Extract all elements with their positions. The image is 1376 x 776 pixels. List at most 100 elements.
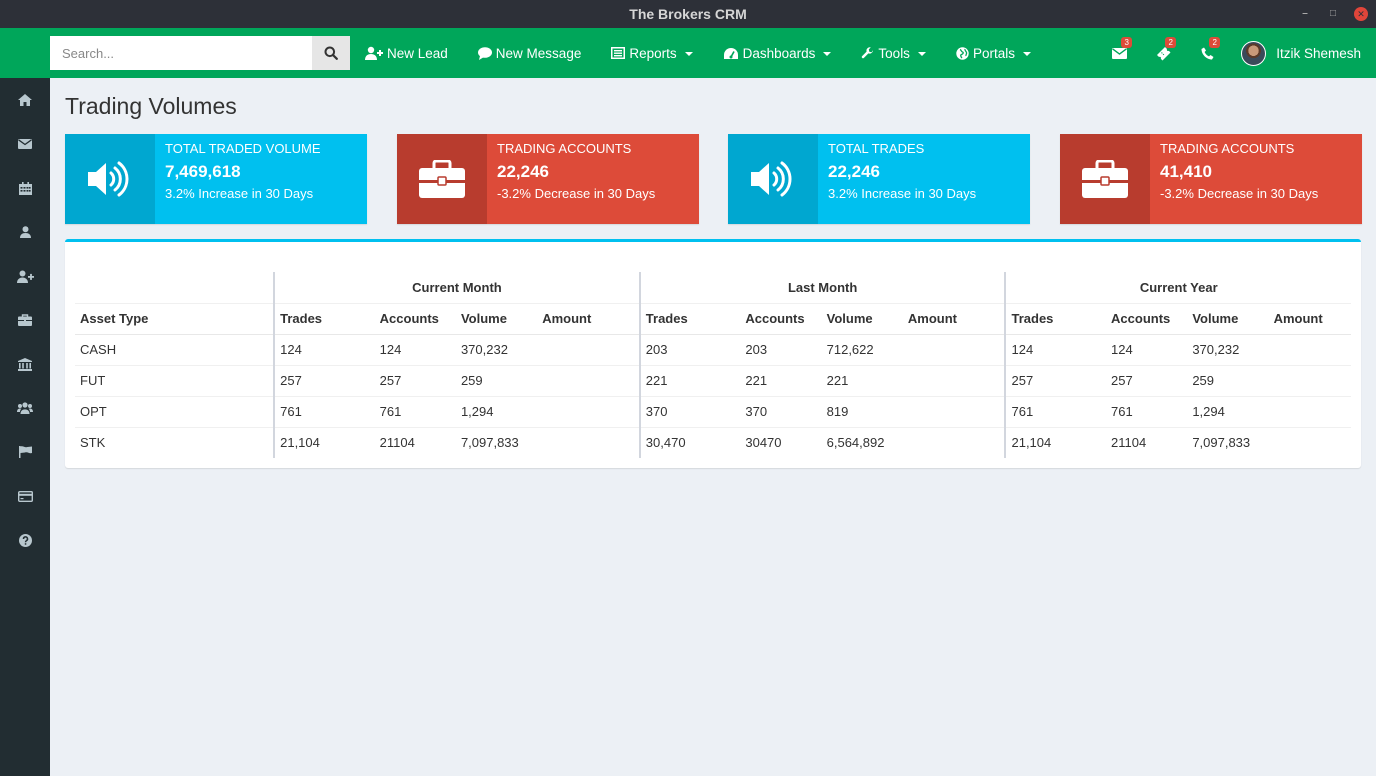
sidebar-item-add-user[interactable]: [0, 254, 50, 298]
calls-menu[interactable]: 2: [1185, 28, 1229, 78]
messages-menu[interactable]: 3: [1097, 28, 1141, 78]
tickets-badge: 2: [1165, 37, 1177, 48]
info-box-description: -3.2% Decrease in 30 Days: [1160, 186, 1319, 201]
search-button[interactable]: [312, 36, 350, 70]
table-row: CASH 124 124 370,232 203 203 712,622 124…: [75, 334, 1351, 366]
table-header-blank: [75, 272, 275, 304]
close-icon[interactable]: ✕: [1354, 7, 1368, 21]
briefcase-icon: [18, 314, 32, 326]
sidebar-item-flag[interactable]: [0, 430, 50, 474]
search-input[interactable]: [50, 36, 312, 70]
table-row: STK 21,104 21104 7,097,833 30,470 30470 …: [75, 427, 1351, 458]
info-box-value: 22,246: [497, 162, 549, 181]
info-box-value: 22,246: [828, 162, 880, 181]
sidebar-item-calendar[interactable]: [0, 166, 50, 210]
table-cell: 124: [1004, 334, 1107, 366]
nav-new-lead-label: New Lead: [387, 45, 448, 61]
table-cell: 370,232: [455, 334, 538, 366]
table-cell: [537, 365, 640, 397]
flag-icon: [18, 446, 32, 458]
table-cell: [902, 365, 1006, 397]
info-box-body: TRADING ACCOUNTS 22,246 -3.2% Decrease i…: [487, 134, 699, 224]
chevron-down-icon: [823, 52, 832, 56]
envelope-icon: [18, 139, 32, 149]
table-cell: 761: [374, 396, 456, 428]
volume-icon: [88, 161, 129, 197]
column-header-amount: Amount: [537, 303, 640, 335]
info-box-description: 3.2% Increase in 30 Days: [165, 186, 314, 201]
phone-icon: [1201, 47, 1214, 59]
asset-type-cell: CASH: [75, 334, 275, 366]
window-title: The Brokers CRM: [629, 6, 747, 22]
column-header-accounts: Accounts: [1106, 303, 1188, 335]
sidebar-item-mail[interactable]: [0, 122, 50, 166]
nav-new-lead[interactable]: New Lead: [350, 28, 463, 78]
table-cell: 7,097,833: [460, 435, 519, 451]
briefcase-icon: [1082, 160, 1128, 198]
info-box-body: TOTAL TRADED VOLUME 7,469,618 3.2% Incre…: [155, 134, 367, 224]
sidebar-item-credit-card[interactable]: [0, 474, 50, 518]
table-cell: [1268, 365, 1351, 397]
info-box-description: -3.2% Decrease in 30 Days: [497, 186, 656, 201]
trading-volumes-table: Current Month Last Month Current Year As…: [75, 272, 1351, 458]
sidebar-item-user[interactable]: [0, 210, 50, 254]
credit-card-icon: [17, 490, 33, 502]
info-box-icon: [728, 134, 818, 224]
user-plus-icon: [16, 270, 34, 283]
column-header-amount: Amount: [1268, 303, 1351, 335]
table-cell: 761: [1106, 396, 1188, 428]
asset-type-cell: FUT: [75, 365, 275, 397]
info-box-value: 41,410: [1160, 162, 1212, 181]
column-header-trades: Trades: [1004, 303, 1107, 335]
briefcase-icon: [419, 160, 465, 198]
table-cell: 257: [1004, 365, 1107, 397]
table-cell: 370: [740, 396, 822, 428]
table-cell: 21,104: [273, 427, 375, 458]
table-cell: 761: [273, 396, 375, 428]
user-plus-icon: [365, 46, 383, 60]
nav-reports[interactable]: Reports: [596, 28, 707, 78]
sidebar-item-home[interactable]: [0, 78, 50, 122]
table-cell: 712,622: [821, 334, 903, 366]
table-cell: 221: [821, 365, 903, 397]
table-cell: 30470: [745, 435, 782, 451]
list-alt-icon: [611, 47, 626, 59]
info-box-icon: [397, 134, 487, 224]
nav-dashboards-label: Dashboards: [742, 45, 816, 61]
table-cell: 6,564,892: [826, 435, 885, 451]
table-cell: 7,097,833: [1192, 435, 1251, 451]
sidebar-item-help[interactable]: [0, 518, 50, 562]
avatar: [1241, 40, 1267, 66]
table-cell: 21,104: [1004, 427, 1107, 458]
group-header-last-month: Last Month: [638, 272, 1006, 304]
search-form: [50, 36, 350, 70]
column-header-accounts: Accounts: [374, 303, 456, 335]
table-cell: 221: [740, 365, 822, 397]
minimize-icon[interactable]: –: [1298, 7, 1312, 21]
nav-portals[interactable]: Portals: [941, 28, 1046, 78]
table-row: OPT 761 761 1,294 370 370 819 761 761 1,…: [75, 396, 1351, 428]
nav-portals-label: Portals: [972, 45, 1015, 61]
nav-dashboards[interactable]: Dashboards: [708, 28, 847, 78]
table-cell: 30,470: [638, 427, 741, 458]
sidebar-item-users[interactable]: [0, 386, 50, 430]
info-box-label: TOTAL TRADES: [828, 141, 925, 156]
question-circle-icon: [18, 533, 32, 547]
sidebar-item-briefcase[interactable]: [0, 298, 50, 342]
nav-new-message[interactable]: New Message: [463, 28, 597, 78]
user-icon: [19, 226, 31, 238]
info-box-label: TOTAL TRADED VOLUME: [165, 141, 321, 156]
nav-tools[interactable]: Tools: [846, 28, 941, 78]
column-header-trades: Trades: [273, 303, 375, 335]
table-cell: 1,294: [455, 396, 538, 428]
table-cell: 257: [374, 365, 456, 397]
table-cell: 124: [374, 334, 456, 366]
user-menu[interactable]: Itzik Shemesh: [1229, 28, 1376, 78]
sidebar-item-bank[interactable]: [0, 342, 50, 386]
tickets-menu[interactable]: 2: [1141, 28, 1185, 78]
restore-icon[interactable]: □: [1326, 7, 1340, 21]
volume-icon: [751, 161, 792, 197]
info-box-body: TRADING ACCOUNTS 41,410 -3.2% Decrease i…: [1150, 134, 1362, 224]
info-box-value: 7,469,618: [165, 162, 241, 181]
table-cell: 819: [821, 396, 903, 428]
